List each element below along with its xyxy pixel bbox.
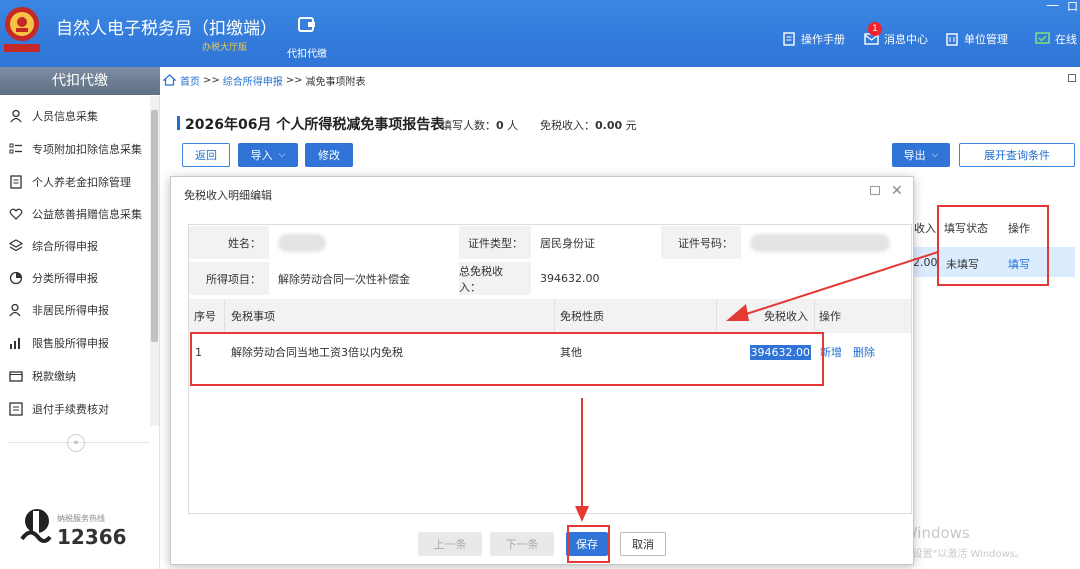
- annotation-arrows: [575, 251, 939, 522]
